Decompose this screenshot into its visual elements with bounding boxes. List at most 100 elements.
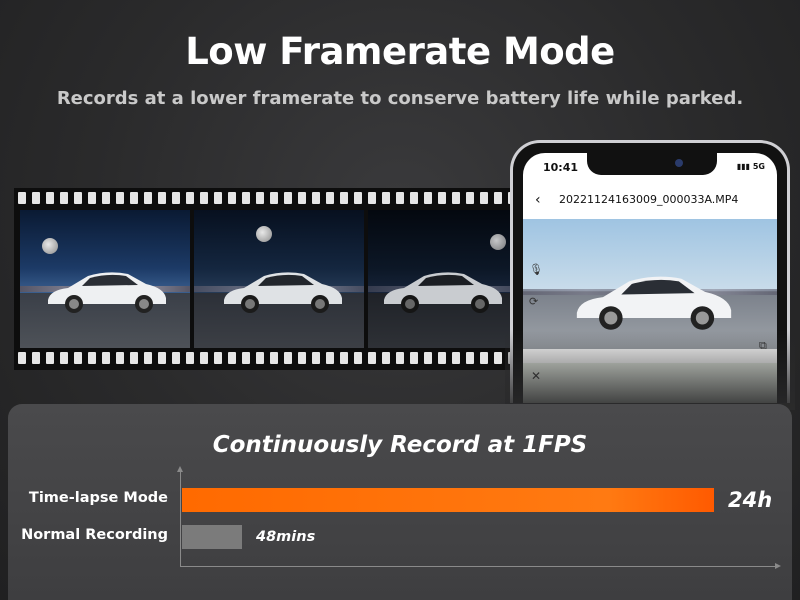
status-time: 10:41 [543, 161, 579, 174]
sprocket-hole [368, 352, 376, 364]
sprocket-hole [60, 192, 68, 204]
car-image [576, 276, 732, 330]
sprocket-hole [102, 352, 110, 364]
sprocket-hole [424, 352, 432, 364]
sprocket-hole [74, 192, 82, 204]
film-sprocket-holes-top [14, 192, 538, 206]
sprocket-hole [256, 352, 264, 364]
sprocket-hole [354, 352, 362, 364]
sprocket-hole [410, 192, 418, 204]
sprocket-hole [396, 192, 404, 204]
sprocket-hole [74, 352, 82, 364]
status-signal: ▮▮▮ 5G [737, 162, 765, 171]
sprocket-hole [452, 192, 460, 204]
sprocket-hole [298, 192, 306, 204]
sprocket-hole [340, 192, 348, 204]
front-camera-icon [675, 159, 683, 167]
sprocket-hole [396, 352, 404, 364]
camera-switch-icon[interactable]: ⟳ [529, 295, 541, 308]
sprocket-hole [438, 352, 446, 364]
sprocket-hole [88, 352, 96, 364]
sprocket-hole [116, 192, 124, 204]
sprocket-hole [494, 192, 502, 204]
car-image [48, 272, 166, 313]
car-image [384, 272, 502, 313]
y-axis [177, 466, 183, 566]
bar-timelapse [182, 488, 714, 512]
sprocket-hole [312, 192, 320, 204]
sprocket-hole [256, 192, 264, 204]
sprocket-hole [214, 192, 222, 204]
sprocket-hole [284, 352, 292, 364]
row-label-timelapse: Time-lapse Mode [28, 490, 168, 506]
sprocket-hole [172, 192, 180, 204]
sprocket-hole [18, 192, 26, 204]
sprocket-hole [102, 192, 110, 204]
sprocket-hole [382, 352, 390, 364]
comparison-panel: Continuously Record at 1FPS Time-lapse M… [8, 404, 792, 600]
sprocket-hole [340, 352, 348, 364]
sprocket-hole [172, 352, 180, 364]
sprocket-hole [480, 192, 488, 204]
sprocket-hole [144, 192, 152, 204]
network-label: 5G [752, 162, 765, 171]
sprocket-hole [452, 352, 460, 364]
sprocket-hole [466, 352, 474, 364]
sprocket-hole [130, 192, 138, 204]
sprocket-hole [116, 352, 124, 364]
sprocket-hole [242, 352, 250, 364]
film-frame-1 [20, 210, 190, 348]
sprocket-hole [186, 352, 194, 364]
sprocket-hole [186, 192, 194, 204]
video-file-name: 20221124163009_000033A.MP4 [559, 193, 739, 206]
sprocket-hole [214, 352, 222, 364]
sprocket-hole [382, 192, 390, 204]
page-subtitle: Records at a lower framerate to conserve… [56, 88, 744, 109]
sprocket-hole [494, 352, 502, 364]
x-axis [180, 563, 781, 569]
sprocket-hole [410, 352, 418, 364]
phone-fade-overlay [505, 330, 795, 410]
sprocket-hole [88, 192, 96, 204]
row-label-normal: Normal Recording [21, 527, 168, 543]
sprocket-hole [200, 192, 208, 204]
car-image [224, 272, 342, 313]
chevron-left-icon[interactable]: ‹ [535, 192, 541, 208]
sprocket-hole [298, 352, 306, 364]
sprocket-hole [144, 352, 152, 364]
signal-icon: ▮▮▮ [736, 162, 751, 171]
sprocket-hole [270, 192, 278, 204]
sprocket-hole [424, 192, 432, 204]
sprocket-hole [32, 192, 40, 204]
sprocket-hole [312, 352, 320, 364]
value-normal: 48mins [256, 529, 316, 545]
bar-normal [182, 525, 242, 549]
page-title: Low Framerate Mode [185, 30, 615, 73]
sprocket-hole [368, 192, 376, 204]
sprocket-hole [438, 192, 446, 204]
film-sprocket-holes-bottom [14, 352, 538, 366]
sprocket-hole [326, 352, 334, 364]
film-frame-2 [194, 210, 364, 348]
sprocket-hole [326, 192, 334, 204]
sprocket-hole [158, 352, 166, 364]
microphone-icon[interactable]: 🎙 [529, 263, 543, 276]
sprocket-hole [46, 352, 54, 364]
sprocket-hole [284, 192, 292, 204]
sprocket-hole [466, 192, 474, 204]
phone-notch [587, 153, 717, 175]
sprocket-hole [32, 352, 40, 364]
video-nav-bar: ‹ 20221124163009_000033A.MP4 [523, 187, 777, 213]
sprocket-hole [130, 352, 138, 364]
sprocket-hole [158, 192, 166, 204]
sprocket-hole [228, 192, 236, 204]
sprocket-hole [200, 352, 208, 364]
panel-title: Continuously Record at 1FPS [212, 432, 588, 458]
sprocket-hole [46, 192, 54, 204]
sprocket-hole [354, 192, 362, 204]
film-strip [14, 188, 534, 370]
value-timelapse: 24h [728, 488, 773, 512]
sprocket-hole [60, 352, 68, 364]
sprocket-hole [228, 352, 236, 364]
sprocket-hole [270, 352, 278, 364]
